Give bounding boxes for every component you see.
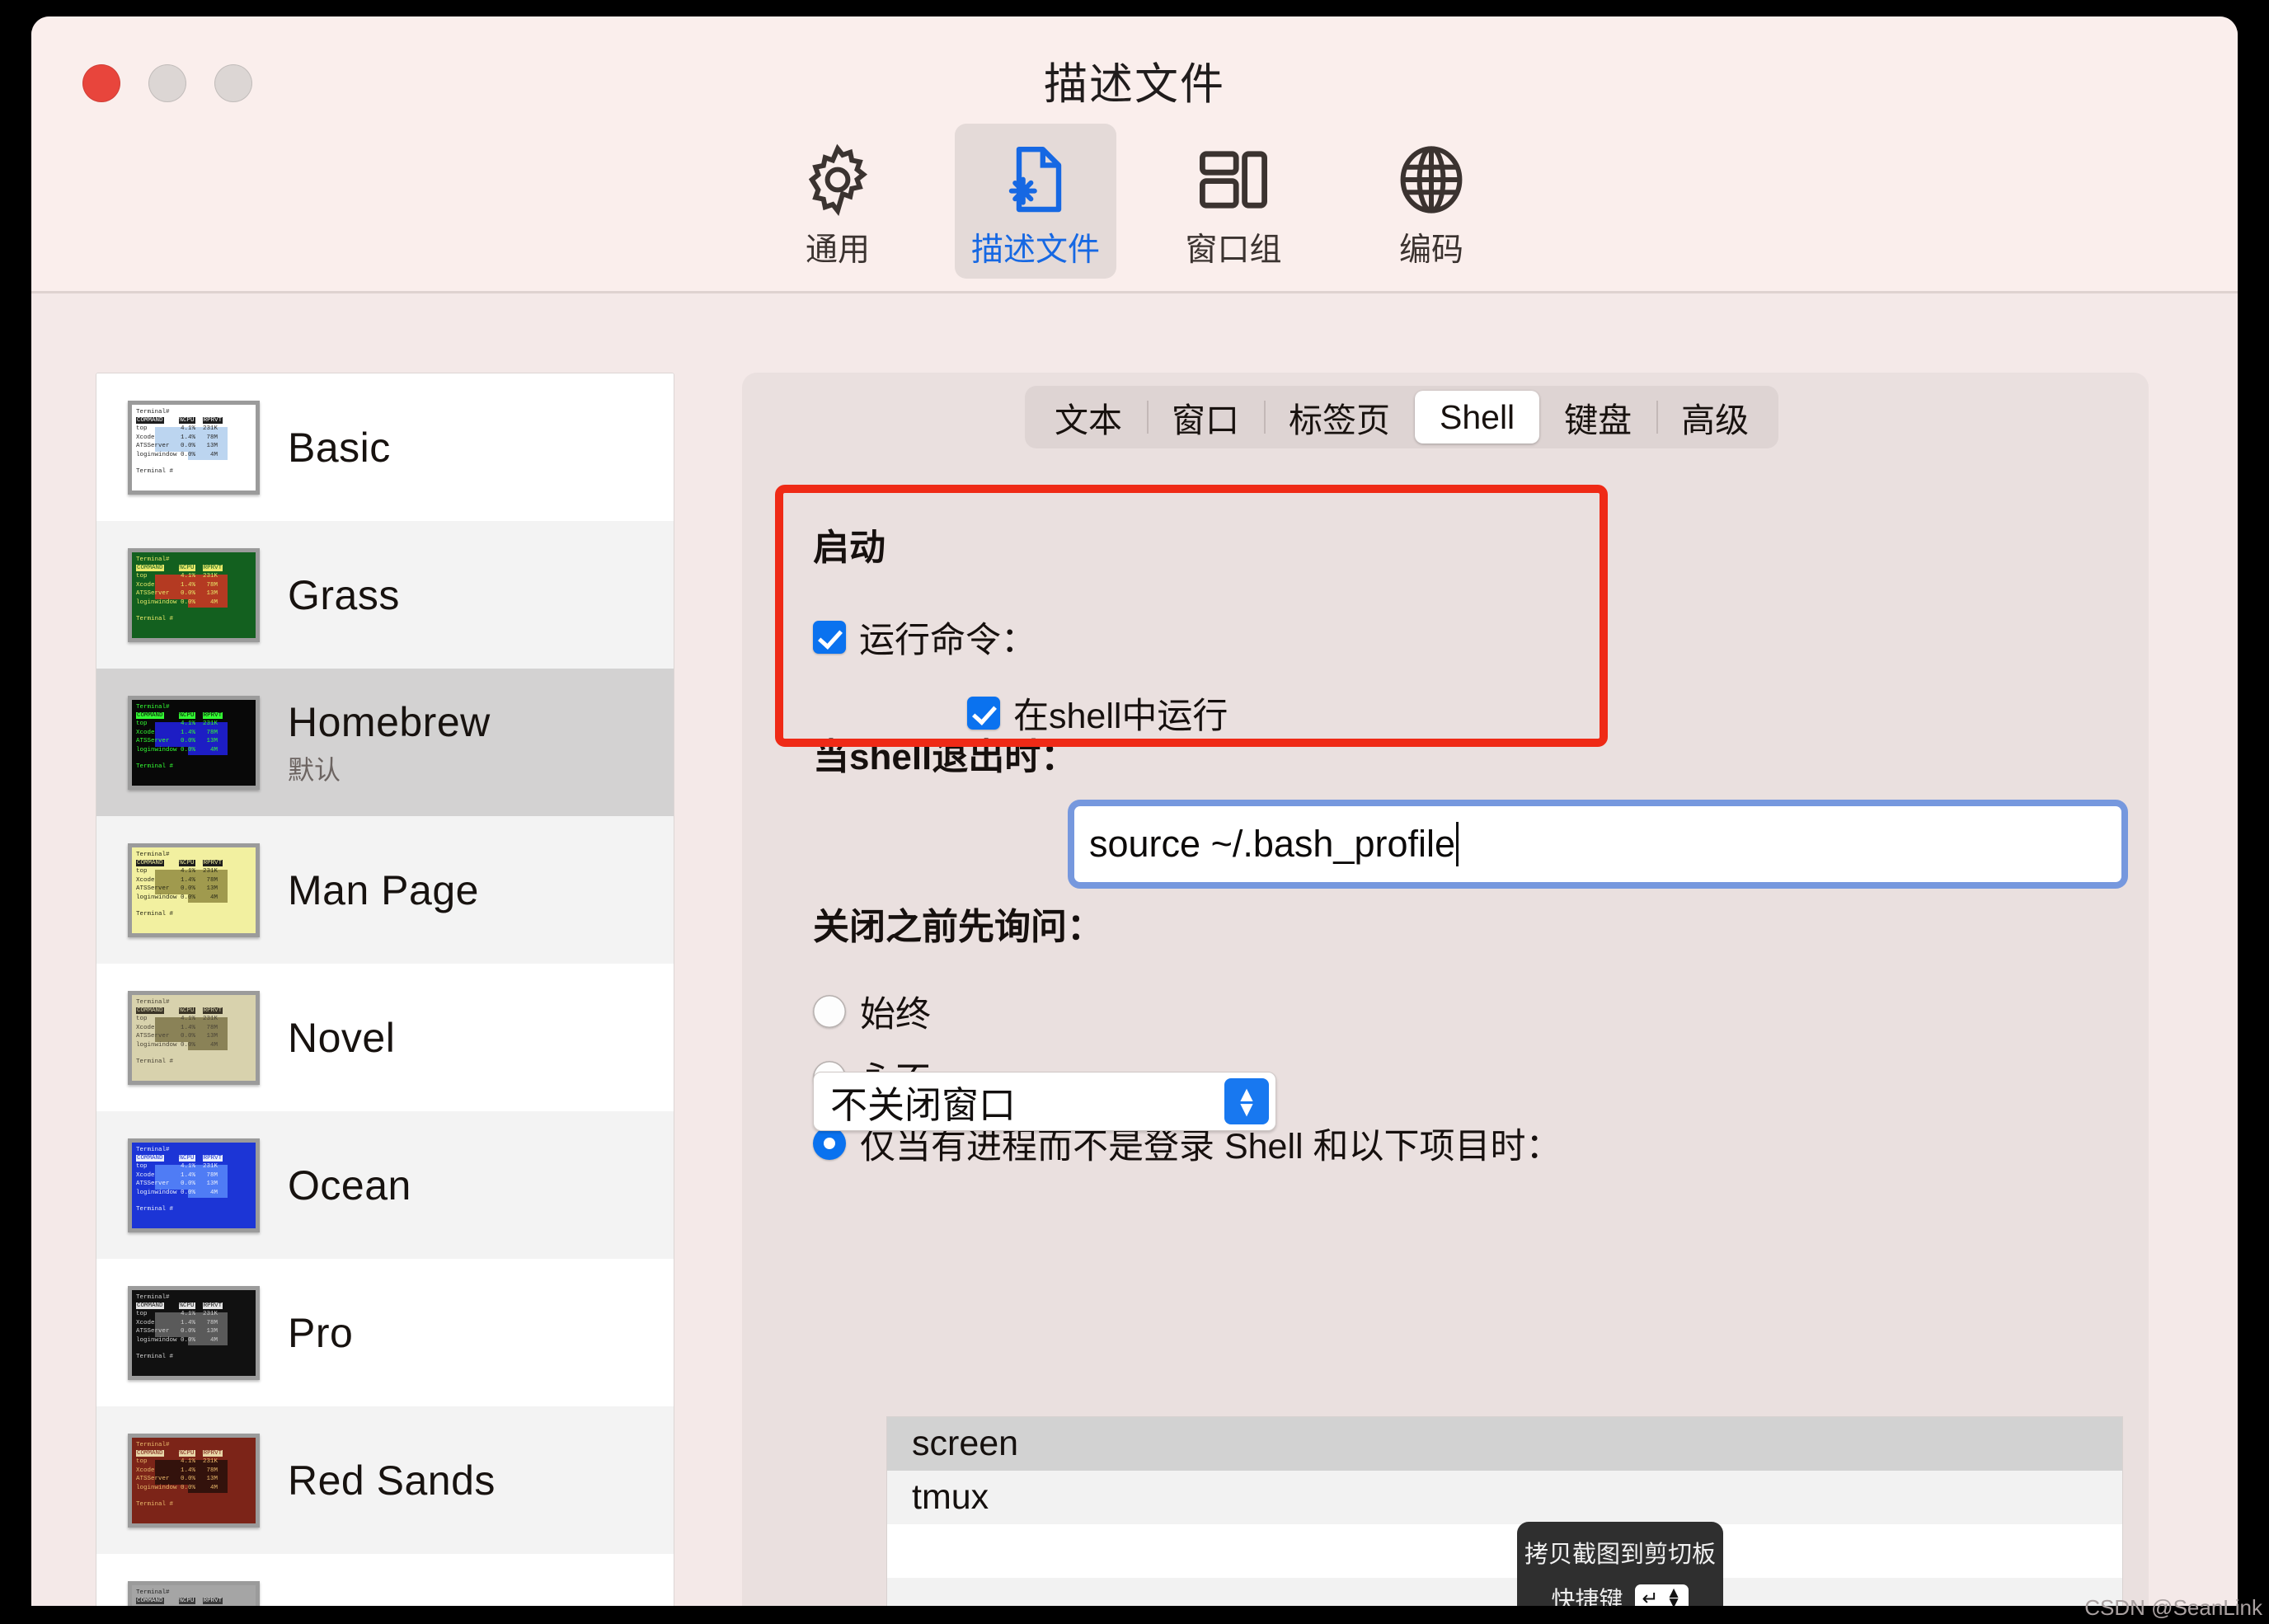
list-item[interactable]: Terminal# COMMAND %CPU RPRVT top 4.1% 23…: [96, 816, 674, 964]
profile-name: Homebrew: [288, 698, 491, 745]
window-group-icon: [1194, 137, 1273, 223]
on-exit-label: 当shell退出时：: [813, 737, 1078, 777]
list-item[interactable]: Terminal# COMMAND %CPU RPRVT top 4.1% 23…: [96, 521, 674, 669]
run-command-value: source ~/.bash_profile: [1089, 823, 1456, 865]
profile-text: Ocean: [288, 1162, 411, 1209]
window-body: Terminal# COMMAND %CPU RPRVT top 4.1% 23…: [31, 293, 2238, 1606]
profile-thumbnail: Terminal# COMMAND %CPU RPRVT top 4.1% 23…: [128, 547, 260, 642]
profile-name: Novel: [288, 1014, 396, 1061]
profile-default-badge: 默认: [288, 754, 341, 785]
profile-text: Silver Aerogel: [288, 1604, 548, 1607]
tooltip-shortcut-label: 快捷键: [1551, 1588, 1623, 1606]
tooltip-title: 拷贝截图到剪切板: [1524, 1542, 1716, 1568]
window-titlebar: 描述文件 通用 描述文件 窗口组 编码: [31, 16, 2238, 291]
run-in-shell-checkbox[interactable]: [967, 697, 1000, 730]
profile-thumbnail: Terminal# COMMAND %CPU RPRVT top 4.1% 23…: [128, 1433, 260, 1528]
toolbar-item-general[interactable]: 通用: [757, 124, 918, 279]
profile-text: Novel: [288, 1014, 395, 1062]
globe-icon: [1392, 137, 1471, 223]
profile-name: Red Sands: [288, 1457, 496, 1504]
toolbar-item-label: 编码: [1398, 232, 1463, 268]
profile-name: Basic: [288, 424, 391, 471]
tab-tabs[interactable]: 标签页: [1264, 391, 1415, 444]
process-name: screen: [912, 1424, 1019, 1463]
process-list-empty-row[interactable]: [887, 1578, 2122, 1606]
watermark: CSDN @SeanLink: [2084, 1595, 2262, 1620]
on-exit-selected-value: 不关闭窗口: [830, 1083, 1017, 1126]
toolbar-item-label: 通用: [805, 232, 870, 268]
profile-thumbnail: Terminal# COMMAND %CPU RPRVT top 4.1% 23…: [128, 990, 260, 1085]
list-item[interactable]: Terminal# COMMAND %CPU RPRVT top 4.1% 23…: [96, 1259, 674, 1406]
process-list[interactable]: screen tmux: [886, 1416, 2123, 1606]
chevron-updown-icon: ▲ ▼: [1224, 1078, 1269, 1124]
list-item[interactable]: Terminal# COMMAND %CPU RPRVT top 4.1% 23…: [96, 1406, 674, 1554]
on-exit-popup-button[interactable]: 不关闭窗口 ▲ ▼: [813, 1072, 1276, 1131]
profile-thumbnail: Terminal# COMMAND %CPU RPRVT top 4.1% 23…: [128, 843, 260, 937]
settings-tab-bar[interactable]: 文本 窗口 标签页 Shell 键盘 高级: [1025, 386, 1779, 448]
list-item[interactable]: Terminal# COMMAND %CPU RPRVT top 4.1% 23…: [96, 964, 674, 1111]
run-command-checkbox-row[interactable]: 运行命令：: [813, 612, 1036, 663]
profile-thumbnail: Terminal# COMMAND %CPU RPRVT top 4.1% 23…: [128, 695, 260, 790]
process-list-item[interactable]: tmux: [887, 1471, 2122, 1524]
radio-always-label: 始终: [860, 995, 931, 1035]
profile-text: Grass: [288, 571, 400, 619]
tab-keyboard[interactable]: 键盘: [1539, 391, 1656, 444]
list-item[interactable]: Terminal# COMMAND %CPU RPRVT top 4.1% 23…: [96, 1554, 674, 1606]
toolbar-item-label: 窗口组: [1185, 232, 1282, 268]
tooltip-key-button[interactable]: ↵ ▲ ▼: [1634, 1584, 1689, 1607]
profile-name: Pro: [288, 1309, 354, 1356]
toolbar-item-encodings[interactable]: 编码: [1351, 124, 1512, 279]
profile-text: Pro: [288, 1309, 353, 1357]
run-command-input[interactable]: source ~/.bash_profile: [1074, 806, 2121, 882]
startup-section-title: 启动: [813, 528, 886, 568]
tab-text[interactable]: 文本: [1030, 391, 1147, 444]
toolbar-item-label: 描述文件: [970, 232, 1100, 268]
profile-name: Man Page: [288, 866, 479, 913]
radio-only-processes[interactable]: [813, 1127, 846, 1160]
list-item-selected[interactable]: Terminal# COMMAND %CPU RPRVT top 4.1% 23…: [96, 669, 674, 816]
preferences-window: 描述文件 通用 描述文件 窗口组 编码 Terminal# COMMAND %C…: [31, 16, 2238, 1606]
radio-always[interactable]: [813, 995, 846, 1028]
chevron-updown-icon: ▲ ▼: [1665, 1584, 1682, 1606]
radio-row-always[interactable]: 始终: [813, 986, 931, 1037]
profile-thumbnail: Terminal# COMMAND %CPU RPRVT top 4.1% 23…: [128, 1580, 260, 1606]
process-name: tmux: [912, 1477, 989, 1517]
window-title: 描述文件: [1044, 60, 1225, 109]
list-item[interactable]: Terminal# COMMAND %CPU RPRVT top 4.1% 23…: [96, 373, 674, 521]
profile-text: Red Sands: [288, 1457, 496, 1504]
screenshot-root: 描述文件 通用 描述文件 窗口组 编码 Terminal# COMMAND %C…: [0, 0, 2269, 1624]
profile-thumbnail: Terminal# COMMAND %CPU RPRVT top 4.1% 23…: [128, 1285, 260, 1380]
ask-before-closing-label: 关闭之前先询问：: [813, 907, 1103, 947]
profile-thumbnail: Terminal# COMMAND %CPU RPRVT top 4.1% 23…: [128, 1138, 260, 1232]
return-key-icon: ↵: [1642, 1587, 1659, 1607]
text-caret: [1456, 822, 1459, 866]
profile-text: Homebrew 默认: [288, 698, 491, 787]
process-list-item-selected[interactable]: screen: [887, 1417, 2122, 1471]
profile-thumbnail: Terminal# COMMAND %CPU RPRVT top 4.1% 23…: [128, 400, 260, 495]
document-gear-icon: [996, 137, 1075, 223]
list-item[interactable]: Terminal# COMMAND %CPU RPRVT top 4.1% 23…: [96, 1111, 674, 1259]
run-command-checkbox[interactable]: [813, 621, 846, 654]
profile-text: Basic: [288, 424, 391, 472]
profile-name: Silver Aerogel: [288, 1604, 548, 1607]
tooltip-shortcut-row: 快捷键 ↵ ▲ ▼: [1517, 1581, 1723, 1606]
profile-text: Man Page: [288, 866, 479, 914]
preferences-toolbar: 通用 描述文件 窗口组 编码: [31, 124, 2238, 279]
tab-window[interactable]: 窗口: [1147, 391, 1264, 444]
tab-advanced[interactable]: 高级: [1656, 391, 1773, 444]
toolbar-item-profiles[interactable]: 描述文件: [955, 124, 1116, 279]
tab-shell[interactable]: Shell: [1415, 391, 1540, 444]
profile-name: Ocean: [288, 1162, 411, 1209]
process-list-empty-row[interactable]: [887, 1524, 2122, 1578]
gear-icon: [798, 137, 877, 223]
toolbar-item-window-groups[interactable]: 窗口组: [1153, 124, 1314, 279]
profile-list[interactable]: Terminal# COMMAND %CPU RPRVT top 4.1% 23…: [96, 373, 674, 1606]
run-command-label: 运行命令：: [859, 621, 1036, 660]
profile-name: Grass: [288, 571, 400, 618]
screenshot-tooltip: 拷贝截图到剪切板 快捷键 ↵ ▲ ▼: [1517, 1522, 1723, 1606]
